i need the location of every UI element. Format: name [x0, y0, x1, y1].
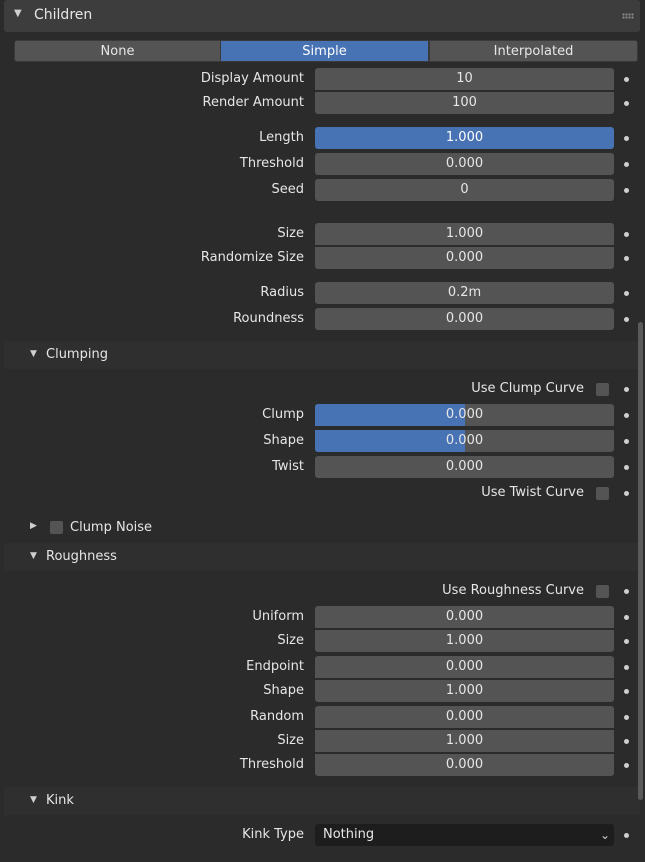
roundness-field[interactable]: 0.000	[315, 308, 614, 330]
use-roughness-curve-label: Use Roughness Curve	[442, 583, 584, 598]
radius-field[interactable]: 0.2m	[315, 282, 614, 304]
random-label: Random	[250, 709, 304, 724]
display-amount-field[interactable]: 10	[315, 68, 614, 90]
uniform-size-label: Size	[277, 633, 304, 648]
chevron-down-icon: ⌄	[599, 828, 610, 842]
clumping-subpanel-header[interactable]: ▼ Clumping	[4, 341, 640, 369]
render-amount-field[interactable]: 100	[315, 92, 614, 114]
random-threshold-label: Threshold	[239, 757, 304, 772]
keyframe-dot-icon[interactable]	[624, 715, 629, 720]
clump-slider-fill	[315, 404, 465, 426]
twist-field[interactable]: 0.000	[315, 456, 614, 478]
clumping-title: Clumping	[46, 347, 108, 362]
threshold-label: Threshold	[239, 156, 304, 171]
keyframe-dot-icon[interactable]	[624, 689, 629, 694]
uniform-size-field[interactable]: 1.000	[315, 630, 614, 652]
tab-simple[interactable]: Simple	[220, 40, 429, 62]
triangle-down-icon: ▼	[14, 8, 22, 19]
panel-title: Children	[34, 7, 93, 23]
tab-interpolated[interactable]: Interpolated	[429, 40, 638, 62]
drag-grip-icon[interactable]	[622, 13, 634, 19]
random-size-field[interactable]: 1.000	[315, 730, 614, 752]
uniform-label: Uniform	[252, 609, 304, 624]
kink-type-dropdown[interactable]: Nothing ⌄	[315, 824, 614, 846]
keyframe-dot-icon[interactable]	[624, 639, 629, 644]
random-size-label: Size	[277, 733, 304, 748]
keyframe-dot-icon[interactable]	[624, 77, 629, 82]
clump-value: 0.000	[445, 407, 484, 422]
size-field[interactable]: 1.000	[315, 223, 614, 245]
keyframe-dot-icon[interactable]	[624, 387, 629, 392]
endpoint-shape-label: Shape	[263, 683, 304, 698]
keyframe-dot-icon[interactable]	[624, 101, 629, 106]
use-twist-curve-label: Use Twist Curve	[481, 485, 584, 500]
twist-label: Twist	[272, 459, 304, 474]
length-label: Length	[259, 130, 304, 145]
keyframe-dot-icon[interactable]	[624, 162, 629, 167]
use-roughness-curve-checkbox[interactable]	[596, 585, 609, 598]
keyframe-dot-icon[interactable]	[624, 413, 629, 418]
kink-type-value: Nothing	[323, 827, 375, 842]
triangle-down-icon: ▼	[30, 349, 37, 359]
panel-scrollbar[interactable]	[638, 322, 643, 800]
size-label: Size	[277, 226, 304, 241]
kink-title: Kink	[46, 793, 74, 808]
render-amount-label: Render Amount	[202, 95, 305, 110]
children-panel-header[interactable]: ▼ Children	[4, 0, 640, 32]
keyframe-dot-icon[interactable]	[624, 589, 629, 594]
keyframe-dot-icon[interactable]	[624, 833, 629, 838]
keyframe-dot-icon[interactable]	[624, 188, 629, 193]
radius-label: Radius	[260, 285, 304, 300]
triangle-right-icon: ▶	[30, 521, 37, 531]
keyframe-dot-icon[interactable]	[624, 491, 629, 496]
use-twist-curve-checkbox[interactable]	[596, 487, 609, 500]
keyframe-dot-icon[interactable]	[624, 615, 629, 620]
roughness-title: Roughness	[46, 549, 117, 564]
roundness-label: Roundness	[233, 311, 304, 326]
clump-noise-subpanel-header[interactable]: ▶ Clump Noise	[4, 515, 640, 541]
keyframe-dot-icon[interactable]	[624, 763, 629, 768]
keyframe-dot-icon[interactable]	[624, 465, 629, 470]
keyframe-dot-icon[interactable]	[624, 739, 629, 744]
keyframe-dot-icon[interactable]	[624, 439, 629, 444]
clump-noise-checkbox[interactable]	[50, 521, 63, 534]
keyframe-dot-icon[interactable]	[624, 256, 629, 261]
length-slider[interactable]: 1.000	[315, 127, 614, 149]
clump-shape-label: Shape	[263, 433, 304, 448]
randomize-size-label: Randomize Size	[200, 250, 304, 265]
clump-shape-value: 0.000	[445, 433, 484, 448]
clump-noise-label: Clump Noise	[70, 520, 153, 535]
keyframe-dot-icon[interactable]	[624, 317, 629, 322]
roughness-subpanel-header[interactable]: ▼ Roughness	[4, 543, 640, 571]
keyframe-dot-icon[interactable]	[624, 136, 629, 141]
kink-subpanel-header[interactable]: ▼ Kink	[4, 787, 640, 815]
seed-field[interactable]: 0	[315, 179, 614, 201]
triangle-down-icon: ▼	[30, 551, 37, 561]
seed-label: Seed	[271, 182, 305, 197]
endpoint-field[interactable]: 0.000	[315, 656, 614, 678]
clump-shape-slider[interactable]: 0.000	[315, 430, 614, 452]
clump-label: Clump	[262, 407, 304, 422]
endpoint-shape-field[interactable]: 1.000	[315, 680, 614, 702]
randomize-size-field[interactable]: 0.000	[315, 247, 614, 269]
clump-slider[interactable]: 0.000	[315, 404, 614, 426]
keyframe-dot-icon[interactable]	[624, 665, 629, 670]
keyframe-dot-icon[interactable]	[624, 291, 629, 296]
display-amount-label: Display Amount	[200, 71, 304, 86]
threshold-field[interactable]: 0.000	[315, 153, 614, 175]
tab-none[interactable]: None	[14, 40, 221, 62]
keyframe-dot-icon[interactable]	[624, 232, 629, 237]
use-clump-curve-label: Use Clump Curve	[471, 381, 584, 396]
random-threshold-field[interactable]: 0.000	[315, 754, 614, 776]
clump-shape-slider-fill	[315, 430, 465, 452]
use-clump-curve-checkbox[interactable]	[596, 383, 609, 396]
kink-type-label: Kink Type	[242, 827, 304, 842]
endpoint-label: Endpoint	[246, 659, 304, 674]
random-field[interactable]: 0.000	[315, 706, 614, 728]
uniform-field[interactable]: 0.000	[315, 606, 614, 628]
triangle-down-icon: ▼	[30, 795, 37, 805]
